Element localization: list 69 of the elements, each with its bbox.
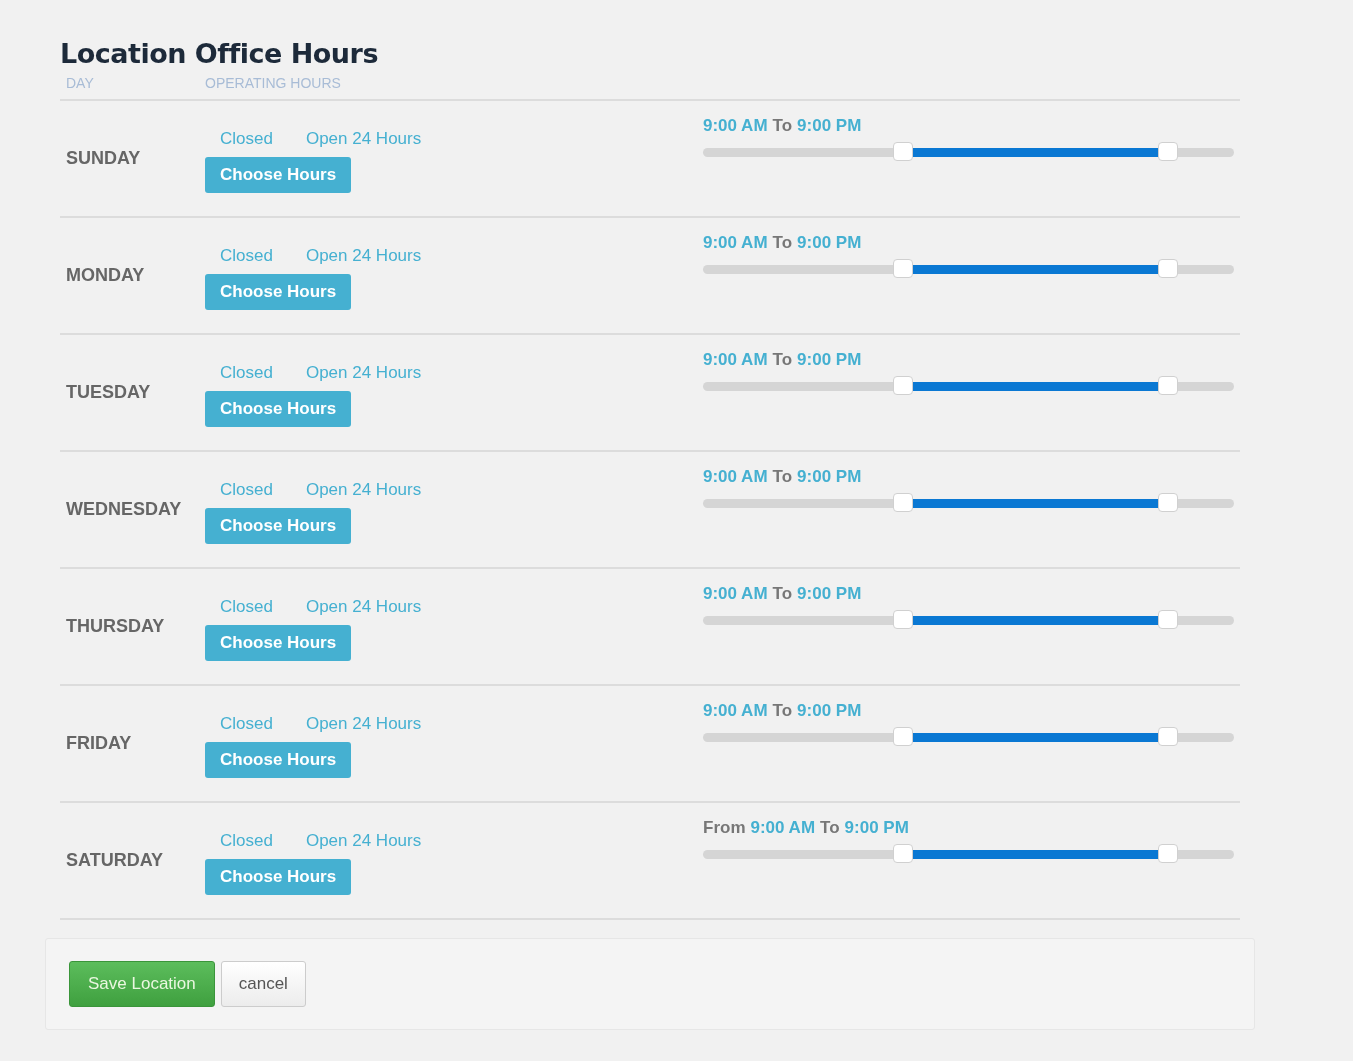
end-time: 9:00 PM [797,584,862,604]
open-24-hours-link[interactable]: Open 24 Hours [305,246,422,266]
column-header: OPERATING HOURS [205,75,341,91]
closed-link[interactable]: Closed [220,714,273,734]
end-time: 9:00 PM [797,350,862,370]
closed-link[interactable]: Closed [220,129,273,149]
slider-handle[interactable] [1157,259,1178,278]
end-time: 9:00 PM [844,818,909,838]
slider-handle[interactable] [893,142,914,161]
slider-handle[interactable] [1157,610,1178,629]
slider-handle[interactable] [893,259,914,278]
end-time: 9:00 PM [797,233,862,253]
choose-hours-button[interactable]: Choose Hours [205,742,352,778]
closed-link[interactable]: Closed [220,480,273,500]
slider-handle[interactable] [893,493,914,512]
day-label: TUESDAY [65,382,152,403]
from-label: From [703,818,746,838]
start-time: 9:00 AM [703,701,768,721]
slider-handle[interactable] [893,376,914,395]
start-time: 9:00 AM [703,350,768,370]
day-label: WEDNESDAY [65,499,183,520]
choose-hours-button[interactable]: Choose Hours [205,157,352,193]
to-label: To [772,233,793,253]
day-label: SATURDAY [65,850,164,871]
closed-link[interactable]: Closed [220,246,273,266]
closed-link[interactable]: Closed [220,363,273,383]
start-time: 9:00 AM [703,584,768,604]
slider-handle[interactable] [893,844,914,863]
to-label: To [772,584,793,604]
cancel-button[interactable]: cancel [220,961,306,1007]
choose-hours-button[interactable]: Choose Hours [205,859,352,895]
day-label: SUNDAY [65,148,142,169]
slider-handle[interactable] [1157,844,1178,863]
closed-link[interactable]: Closed [220,831,273,851]
slider-handle[interactable] [1157,493,1178,512]
slider-handle[interactable] [1157,727,1178,746]
start-time: 9:00 AM [750,818,816,838]
save-location-button[interactable]: Save Location [69,961,215,1007]
open-24-hours-link[interactable]: Open 24 Hours [305,129,422,149]
to-label: To [772,116,793,136]
choose-hours-button[interactable]: Choose Hours [205,508,352,544]
to-label: To [772,701,793,721]
open-24-hours-link[interactable]: Open 24 Hours [305,831,422,851]
choose-hours-button[interactable]: Choose Hours [205,274,352,310]
end-time: 9:00 PM [797,467,862,487]
slider-handle[interactable] [1157,142,1178,161]
day-label: FRIDAY [65,733,133,754]
day-label: MONDAY [65,265,146,286]
day-label: THURSDAY [65,616,166,637]
end-time: 9:00 PM [797,116,862,136]
slider-handle[interactable] [1157,376,1178,395]
open-24-hours-link[interactable]: Open 24 Hours [305,714,422,734]
slider-handle[interactable] [893,610,914,629]
open-24-hours-link[interactable]: Open 24 Hours [305,363,422,383]
to-label: To [820,818,840,838]
to-label: To [772,350,793,370]
end-time: 9:00 PM [797,701,862,721]
choose-hours-button[interactable]: Choose Hours [205,625,352,661]
start-time: 9:00 AM [703,116,768,136]
slider-handle[interactable] [893,727,914,746]
choose-hours-button[interactable]: Choose Hours [205,391,352,427]
start-time: 9:00 AM [703,467,768,487]
start-time: 9:00 AM [703,233,768,253]
page-title: Location Office Hours [60,38,379,69]
open-24-hours-link[interactable]: Open 24 Hours [305,480,422,500]
closed-link[interactable]: Closed [220,597,273,617]
open-24-hours-link[interactable]: Open 24 Hours [305,597,422,617]
to-label: To [772,467,793,487]
column-header: DAY [66,75,95,91]
